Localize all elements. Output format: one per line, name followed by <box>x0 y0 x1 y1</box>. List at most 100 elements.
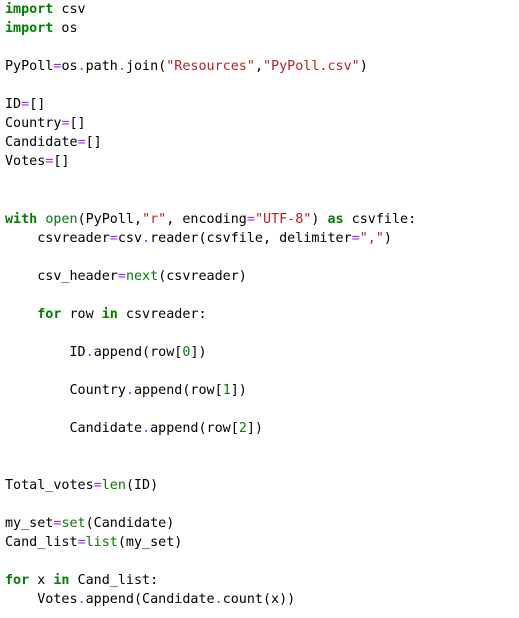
code-token: len <box>101 478 126 494</box>
code-token: ID <box>5 97 22 113</box>
code-token: append(Candidate <box>85 592 215 608</box>
code-line: csv_header=next(csvreader) <box>5 267 416 286</box>
code-editor[interactable]: import csv import os PyPoll=os.path.join(… <box>5 0 416 610</box>
code-token: Candidate <box>5 135 78 151</box>
code-line: Candidate=[] <box>5 133 416 152</box>
code-line: Total_votes=len(ID) <box>5 476 416 495</box>
code-token: . <box>142 230 151 246</box>
code-token: set <box>61 516 86 532</box>
code-token: = <box>77 535 86 551</box>
code-token: "r" <box>142 211 167 227</box>
code-token: "UTF-8" <box>254 211 312 227</box>
code-token: = <box>117 268 126 284</box>
code-token: csvreader <box>5 230 110 246</box>
code-token: os <box>61 59 78 75</box>
code-line: for row in csvreader: <box>5 305 416 324</box>
code-token: = <box>109 230 118 246</box>
code-token: (csvreader) <box>158 268 247 284</box>
code-token: . <box>125 382 134 398</box>
code-line: import os <box>5 19 416 38</box>
code-token: append(row[ <box>93 344 183 360</box>
code-token: append(row[ <box>150 421 239 437</box>
code-token: . <box>214 592 223 608</box>
code-token: "Resources" <box>166 59 255 75</box>
code-token: Cand_list <box>5 535 78 551</box>
code-token: = <box>77 135 86 151</box>
code-token: Country <box>5 382 126 398</box>
code-token: . <box>117 59 126 75</box>
code-token: Candidate <box>5 421 143 437</box>
code-token: for <box>37 306 62 322</box>
code-token: csv <box>53 2 86 17</box>
code-token: row <box>61 306 102 322</box>
code-token: PyPoll <box>5 59 54 75</box>
code-token: csvfile: <box>343 211 417 227</box>
code-line: import csv <box>5 0 416 19</box>
code-token: next <box>125 268 159 284</box>
code-token: os <box>53 21 78 37</box>
code-token: open <box>45 211 78 227</box>
code-token: csvreader: <box>117 306 207 322</box>
code-line: Votes.append(Candidate.count(x)) <box>5 590 416 609</box>
code-token: [] <box>85 135 102 151</box>
code-token: = <box>61 116 70 132</box>
code-token: (my_set) <box>117 535 183 551</box>
code-token: (Candidate) <box>85 516 175 532</box>
code-token: . <box>85 344 94 360</box>
code-line: Country.append(row[1]) <box>5 381 416 400</box>
code-line: csvreader=csv.reader(csvfile, delimiter=… <box>5 229 416 248</box>
code-token: 2 <box>238 421 247 437</box>
code-token: ) <box>311 211 328 227</box>
code-line: Votes=[] <box>5 152 416 171</box>
code-token: ) <box>383 230 392 246</box>
code-token: . <box>77 59 86 75</box>
code-token: ]) <box>230 382 247 398</box>
code-line: Country=[] <box>5 114 416 133</box>
code-token: in <box>101 306 118 322</box>
code-token: csv <box>117 230 143 246</box>
code-token: append(row[ <box>134 382 223 398</box>
code-token: [] <box>29 97 46 113</box>
code-token: x <box>29 573 54 589</box>
code-token: reader(csvfile, delimiter <box>150 230 352 246</box>
code-token: "PyPoll.csv" <box>263 59 360 75</box>
code-token: [] <box>53 154 70 170</box>
code-token: , <box>254 59 263 75</box>
code-token: = <box>21 97 30 113</box>
code-token: in <box>53 573 70 589</box>
code-token: list <box>85 535 118 551</box>
code-token: ID <box>5 344 86 360</box>
code-token: = <box>93 478 102 494</box>
code-token: Total_votes <box>5 478 94 494</box>
code-line: PyPoll=os.path.join("Resources","PyPoll.… <box>5 57 416 76</box>
code-token: path <box>85 59 118 75</box>
code-token: [] <box>69 116 86 132</box>
code-token: 1 <box>222 382 231 398</box>
code-token: import <box>5 2 54 17</box>
code-token: join( <box>125 59 167 75</box>
code-token: for <box>5 573 30 589</box>
code-line: my_set=set(Candidate) <box>5 514 416 533</box>
code-line: ID.append(row[0]) <box>5 343 416 362</box>
code-token: ]) <box>190 344 207 360</box>
code-token: Country <box>5 116 62 132</box>
code-token: = <box>246 211 255 227</box>
code-line: ID=[] <box>5 95 416 114</box>
code-token: ]) <box>246 421 263 437</box>
code-token: count(x)) <box>222 592 296 608</box>
code-token: ) <box>359 59 368 75</box>
code-token: Votes <box>5 154 46 170</box>
code-token: my_set <box>5 516 54 532</box>
code-token: Votes <box>5 592 78 608</box>
code-line: with open(PyPoll,"r", encoding="UTF-8") … <box>5 210 416 229</box>
code-token: with <box>5 211 38 227</box>
